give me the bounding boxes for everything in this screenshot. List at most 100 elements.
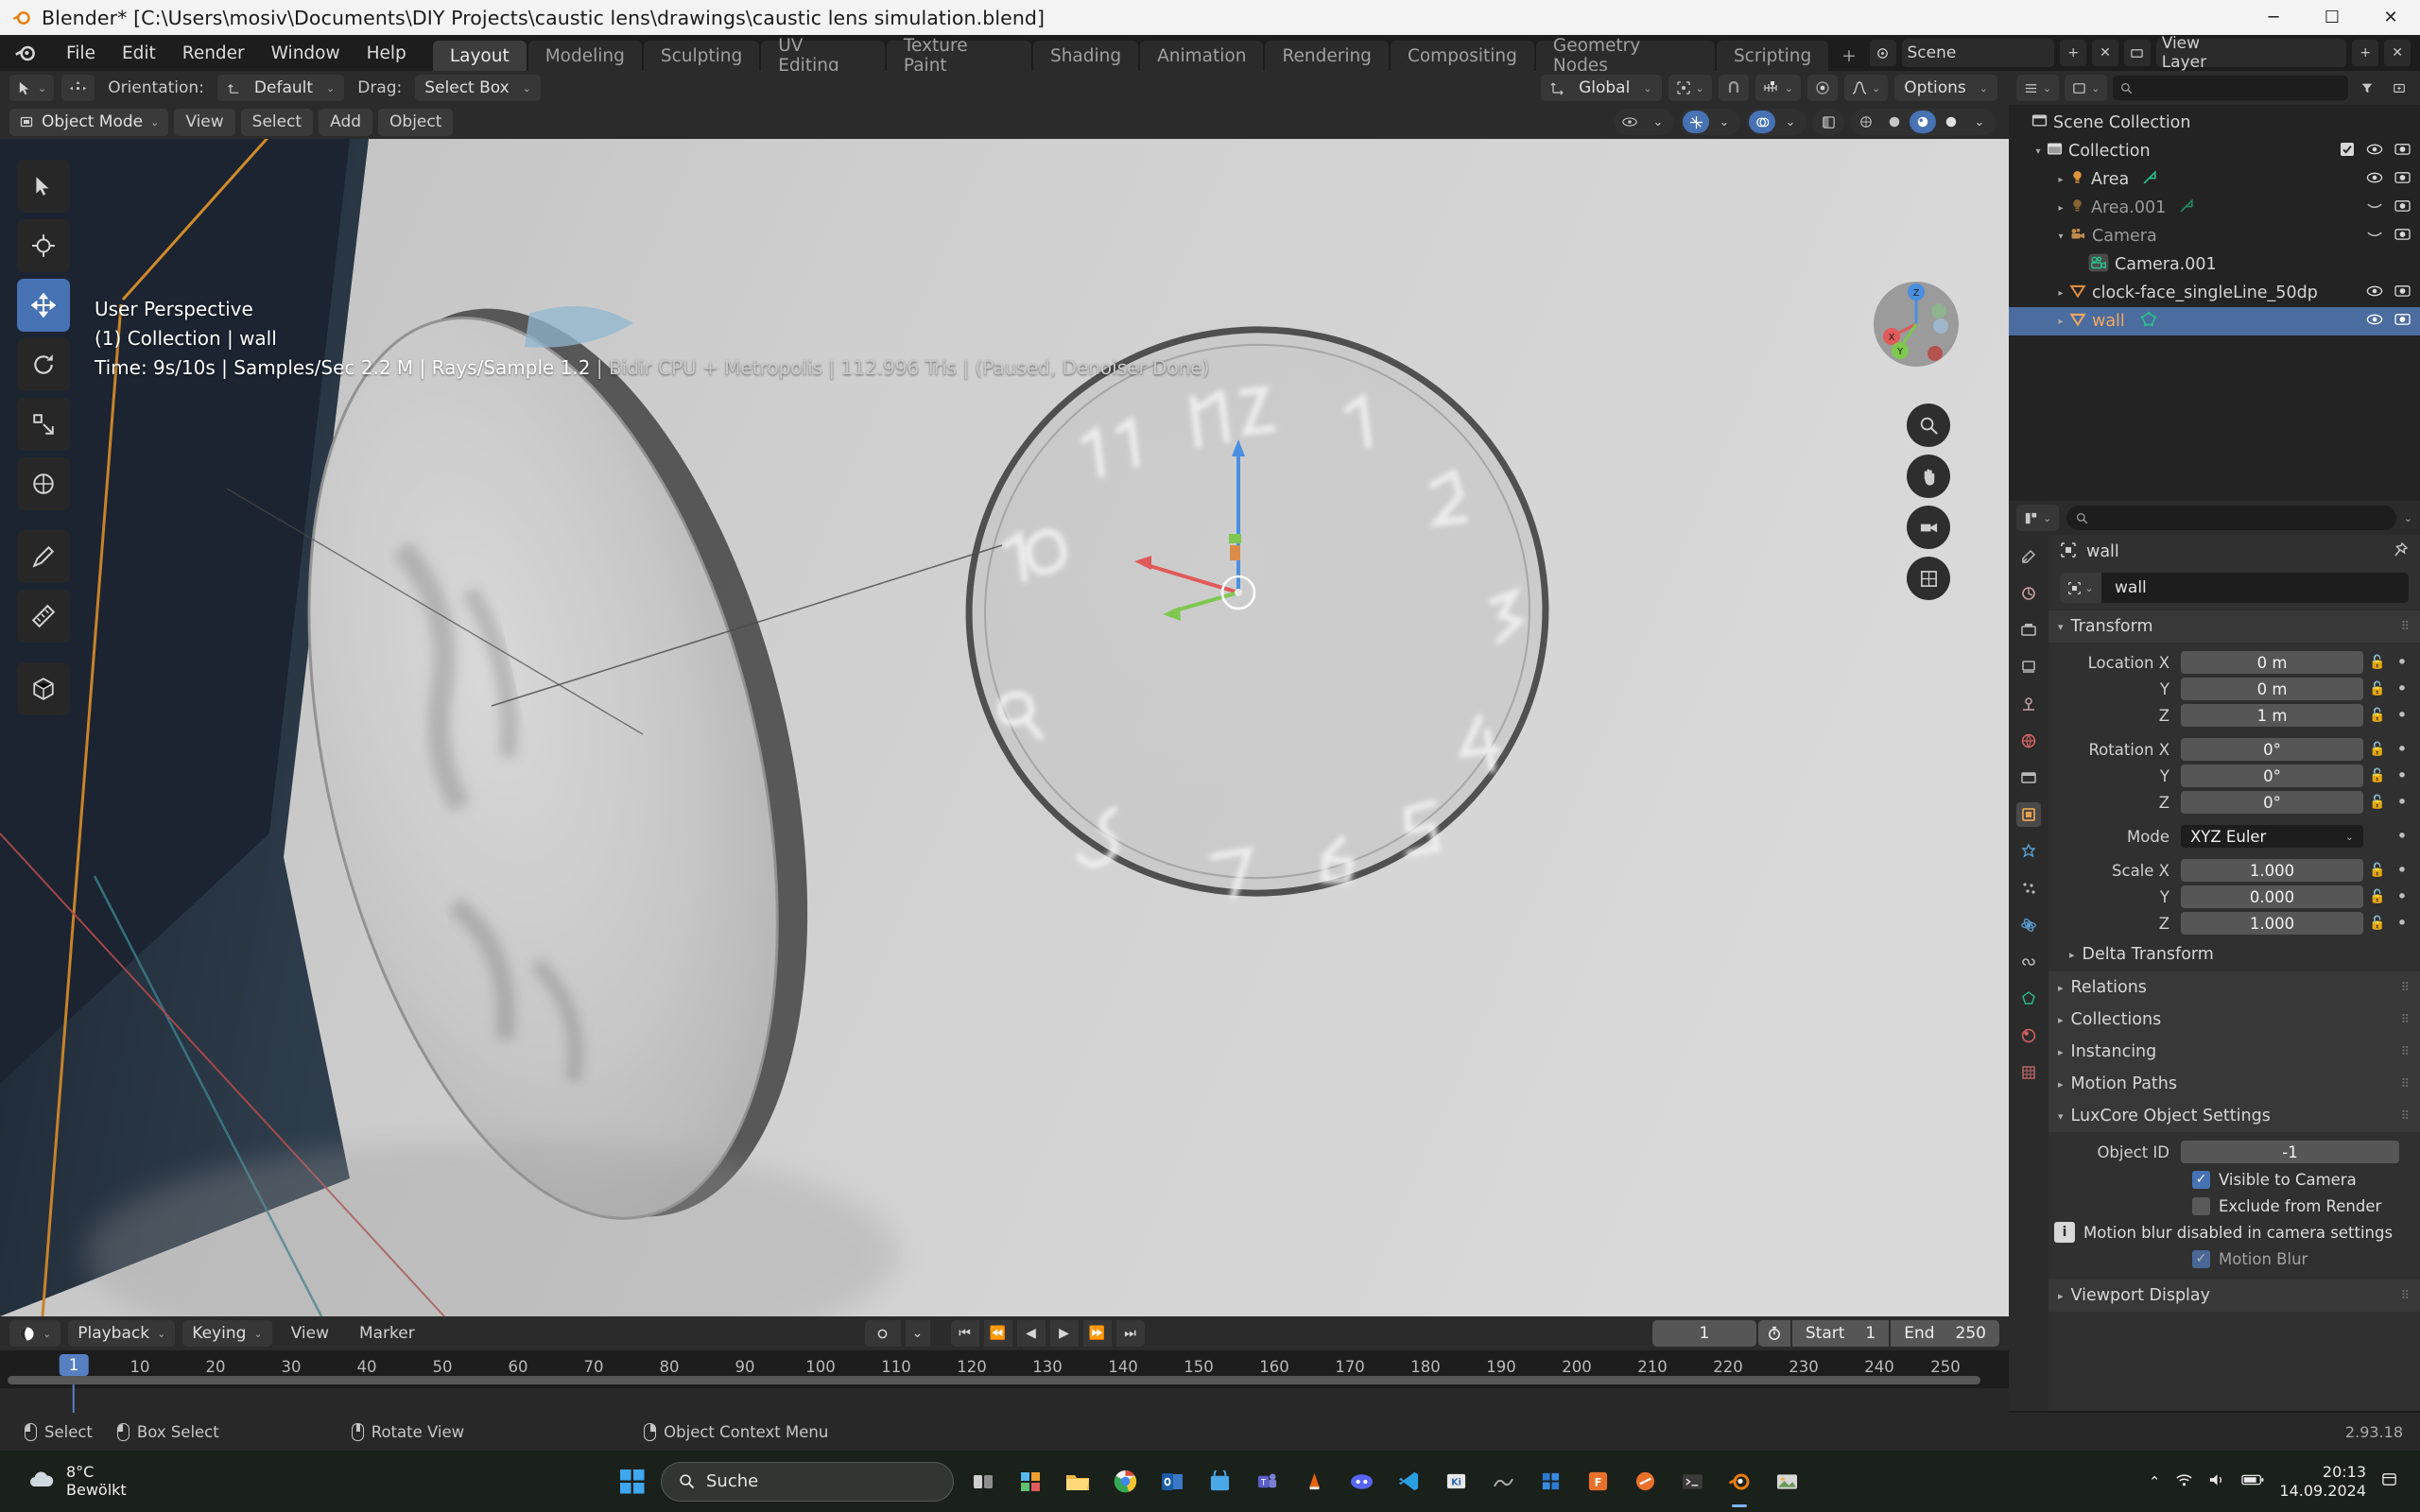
outliner-display-mode-dropdown[interactable]: ⌄ [2065,75,2108,101]
pin-icon[interactable] [2392,541,2409,563]
shading-rendered-icon[interactable] [1938,111,1964,133]
blender-taskbar-icon[interactable] [1720,1462,1759,1502]
menu-edit[interactable]: Edit [109,39,169,67]
outliner-row-collection[interactable]: ▾ Collection [2009,137,2420,165]
workspace-tab-rendering[interactable]: Rendering [1265,41,1389,71]
eye-icon[interactable] [2366,142,2383,161]
vscode-icon[interactable] [1389,1462,1428,1502]
lock-icon[interactable]: 🔓 [2363,863,2392,878]
panel-header-delta-transform[interactable]: ▸ Delta Transform [2048,937,2420,971]
outliner-row-camera-001[interactable]: Camera.001 [2009,250,2420,279]
tab-view-layer[interactable] [2016,655,2041,679]
shading-solid-icon[interactable] [1881,111,1908,133]
previous-keyframe-button[interactable]: ⏪ [983,1320,1012,1347]
tool-annotate[interactable] [17,530,70,583]
panel-header-motion-paths[interactable]: ▸ Motion Paths ⠿ [2048,1068,2420,1100]
view-layer-icon[interactable] [2123,40,2151,66]
delete-scene-icon[interactable]: ✕ [2092,40,2118,66]
light-data-icon[interactable] [2179,198,2195,218]
tool-transform[interactable] [17,457,70,510]
expand-arrow[interactable]: ▸ [2052,317,2069,327]
panel-header-transform[interactable]: ▾ Transform ⠿ [2048,610,2420,643]
animate-property-icon[interactable]: • [2392,826,2412,847]
timeline-editor-type-icon[interactable]: ⌄ [9,1320,61,1347]
jump-to-start-button[interactable]: ⏮ [950,1320,979,1347]
workspace-tab-scripting[interactable]: Scripting [1716,41,1829,71]
object-name-field[interactable]: ⌄ wall [2060,573,2409,603]
animate-property-icon[interactable]: • [2392,679,2412,699]
outliner-row-area-001[interactable]: ▸ Area.001 [2009,194,2420,222]
timeline-menu-marker[interactable]: Marker [348,1324,426,1343]
expand-arrow[interactable]: ▸ [2052,288,2069,299]
tab-world[interactable] [2016,729,2041,753]
transform-gizmo[interactable] [1115,422,1361,668]
toggle-orthographic-icon[interactable] [1907,557,1950,600]
lock-icon[interactable]: 🔓 [2363,708,2392,723]
property-value-input[interactable]: 0° [2181,791,2363,814]
scene-browse-icon[interactable] [1869,40,1896,66]
teams-icon[interactable]: T [1247,1462,1287,1502]
animate-property-icon[interactable]: • [2392,913,2412,934]
expand-arrow[interactable]: ▾ [2052,232,2069,242]
workspace-tab-texture-paint[interactable]: Texture Paint [886,36,1031,76]
workspace-tab-layout[interactable]: Layout [432,41,527,71]
property-value-input[interactable]: 0° [2181,765,2363,787]
show-gizmo-icon[interactable] [1683,111,1709,133]
lock-icon[interactable]: 🔓 [2363,916,2392,931]
drag-dropdown[interactable]: Select Box ⌄ [415,75,541,101]
workspace-tab-animation[interactable]: Animation [1140,41,1264,71]
camera-render-icon[interactable] [2394,312,2411,331]
eye-icon[interactable] [2366,312,2383,331]
close-button[interactable]: ✕ [2361,0,2420,35]
outliner-row-area[interactable]: ▸ Area [2009,165,2420,194]
maximize-button[interactable]: ☐ [2303,0,2361,35]
eye-closed-icon[interactable] [2366,227,2383,246]
property-value-input[interactable]: 1 m [2181,704,2363,727]
workspace-tab-geometry-nodes[interactable]: Geometry Nodes [1535,36,1715,76]
outliner-search-input[interactable] [2113,76,2348,100]
file-explorer-icon[interactable] [1058,1462,1098,1502]
shading-chevron-down-icon[interactable]: ⌄ [1966,111,1993,133]
camera-render-icon[interactable] [2394,198,2411,217]
options-dropdown[interactable]: Options ⌄ [1894,75,1997,101]
viewport-menu-select[interactable]: Select [240,108,314,136]
pan-hand-icon[interactable] [1907,455,1950,498]
properties-editor-type-icon[interactable]: ⌄ [2016,505,2060,531]
camera-render-icon[interactable] [2394,284,2411,302]
volume-icon[interactable] [2208,1472,2226,1491]
play-button[interactable]: ▶ [1049,1320,1079,1347]
workspace-tab-sculpting[interactable]: Sculpting [643,41,760,71]
tab-material[interactable] [2016,1023,2041,1048]
menu-help[interactable]: Help [354,39,420,67]
taskbar-search-input[interactable]: Suche [661,1461,954,1502]
camera-render-icon[interactable] [2394,142,2411,161]
lock-icon[interactable]: 🔓 [2363,655,2392,670]
proportional-edit-icon[interactable] [1806,75,1838,101]
checkbox-row-motion-blur[interactable]: ✓ Motion Blur [2048,1246,2420,1272]
camera-render-icon[interactable] [2394,227,2411,246]
transform-orientation-dropdown[interactable]: Global ⌄ [1541,75,1662,101]
lock-icon[interactable]: 🔓 [2363,768,2392,783]
panel-header-viewport-display[interactable]: ▸ Viewport Display ⠿ [2048,1280,2420,1312]
tool-measure[interactable] [17,590,70,643]
zoom-icon[interactable] [1907,404,1950,447]
play-reverse-button[interactable]: ◀ [1016,1320,1046,1347]
fusion360-icon[interactable]: F [1578,1462,1617,1502]
tool-rotate[interactable] [17,338,70,391]
workspace-tab-compositing[interactable]: Compositing [1390,41,1534,71]
lock-icon[interactable]: 🔓 [2363,681,2392,696]
property-value-input[interactable]: 0.000 [2181,885,2363,908]
orientation-dropdown[interactable]: Default ⌄ [216,75,345,101]
end-frame-field[interactable]: End 250 [1891,1320,1999,1347]
animate-property-icon[interactable]: • [2392,860,2412,881]
property-value-input[interactable]: 0° [2181,738,2363,761]
shading-material-icon[interactable] [1910,111,1936,133]
lock-icon[interactable]: 🔓 [2363,889,2392,904]
start-frame-field[interactable]: Start 1 [1791,1320,1890,1347]
snap-settings-dropdown[interactable]: ⌄ [1754,75,1801,101]
onedrive-icon[interactable] [1530,1462,1570,1502]
minimize-button[interactable]: ─ [2244,0,2303,35]
timeline-menu-view[interactable]: View [280,1324,340,1343]
outliner-row-scene-collection[interactable]: Scene Collection [2009,109,2420,137]
kicad-icon[interactable]: Ki [1436,1462,1476,1502]
